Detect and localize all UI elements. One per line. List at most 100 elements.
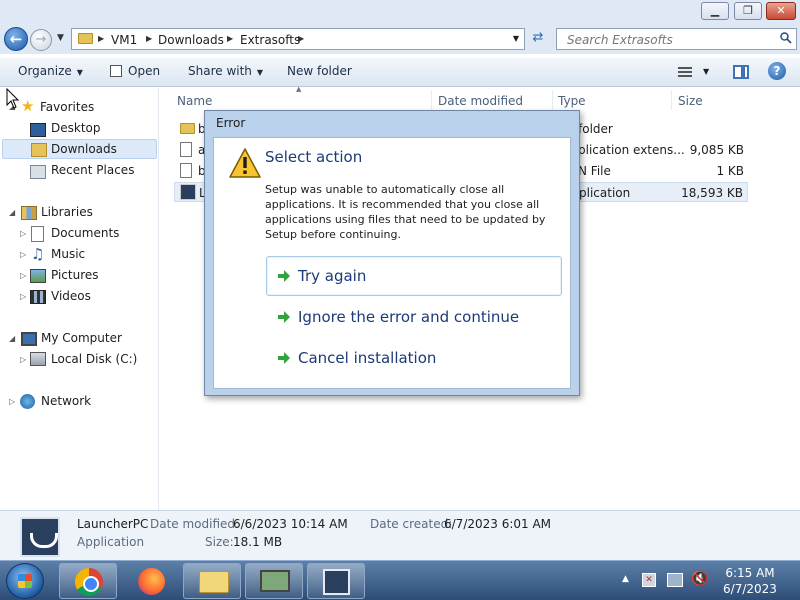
refresh-icon[interactable]: ⇄ [527,28,549,50]
detail-date-modified: 6/6/2023 10:14 AM [233,517,348,531]
chevron-down-icon[interactable]: ▼ [513,34,519,43]
cancel-installation-label: Cancel installation [298,349,437,367]
forward-button[interactable]: → [30,29,52,51]
search-icon[interactable] [780,32,792,44]
expand-icon[interactable]: ▷ [9,397,15,406]
dialog-title: Error [216,116,246,130]
desktop-icon [30,123,46,137]
nav-recent-places[interactable]: Recent Places [51,163,134,183]
nav-videos[interactable]: Videos [51,289,91,309]
taskbar-launcher[interactable] [307,563,365,599]
detail-file-kind: Application [77,535,145,549]
cancel-installation-button[interactable]: Cancel installation [266,338,562,378]
recent-pages-dropdown[interactable]: ▼ [57,33,64,43]
taskbar-clock[interactable]: 6:15 AM 6/7/2023 [720,565,780,597]
share-with-button[interactable]: Share with ▼ [188,64,263,78]
network-tray-icon[interactable] [667,573,683,587]
chevron-right-icon[interactable]: ▶ [146,34,152,43]
action-center-icon[interactable]: ✕ [642,573,656,587]
address-bar[interactable]: ▶ VM1 ▶ Downloads ▶ Extrasofts ▶ ▼ [71,28,525,50]
computer-icon [21,332,37,346]
nav-network[interactable]: Network [41,394,91,414]
error-dialog: Error Select action Setup was unable to … [204,110,580,396]
ignore-error-button[interactable]: Ignore the error and continue [266,297,562,337]
nav-local-disk[interactable]: Local Disk (C:) [51,352,137,372]
recent-places-icon [30,165,46,179]
search-input[interactable] [565,32,775,48]
preview-pane-icon[interactable] [733,65,749,79]
nav-documents[interactable]: Documents [51,226,119,246]
column-divider[interactable] [671,90,672,110]
chevron-right-icon[interactable]: ▶ [227,34,233,43]
taskbar-explorer[interactable] [183,563,241,599]
taskbar-chrome[interactable] [59,563,117,599]
column-header-name[interactable]: Name [177,94,212,108]
new-folder-button[interactable]: New folder [287,64,352,78]
search-box[interactable] [556,28,797,50]
taskbar-firefox[interactable] [121,563,179,599]
address-row: ← → ▼ ▶ VM1 ▶ Downloads ▶ Extrasofts ▶ ▼… [0,24,800,54]
close-button[interactable]: ✕ [766,2,796,20]
nav-pictures[interactable]: Pictures [51,268,99,288]
column-header-size[interactable]: Size [678,94,703,108]
organize-button[interactable]: Organize ▼ [18,64,83,78]
expand-icon[interactable]: ▷ [20,355,26,364]
expand-icon[interactable]: ▷ [20,250,26,259]
detail-date-created-label: Date created: [370,517,453,531]
collapse-icon[interactable]: ◢ [9,334,15,343]
nav-favorites[interactable]: Favorites [40,100,94,120]
taskbar-monitor[interactable] [245,563,303,599]
ignore-error-label: Ignore the error and continue [298,308,520,326]
pictures-icon [30,269,46,283]
mouse-cursor-icon [6,88,20,109]
start-button[interactable] [6,563,44,599]
breadcrumb-extrasofts[interactable]: Extrasofts [240,33,300,47]
chevron-right-icon[interactable]: ▶ [298,34,304,43]
nav-libraries[interactable]: Libraries [41,205,93,225]
back-button[interactable]: ← [4,27,28,51]
breadcrumb-downloads[interactable]: Downloads [158,33,224,47]
column-header-type[interactable]: Type [558,94,586,108]
detail-size: 18.1 MB [233,535,283,549]
volume-muted-icon[interactable]: 🔇 [691,571,708,587]
try-again-button[interactable]: Try again [266,256,562,296]
view-options-icon[interactable] [678,67,692,77]
open-icon [110,65,122,77]
nav-my-computer[interactable]: My Computer [41,331,122,351]
nav-downloads[interactable]: Downloads [2,139,157,159]
nav-desktop[interactable]: Desktop [51,121,101,141]
dialog-heading: Select action [265,148,363,166]
command-bar: Organize ▼ Open Share with ▼ New folder ▼ … [0,58,800,87]
help-icon[interactable]: ? [768,62,786,80]
file-type: N File [578,164,611,178]
breadcrumb-vm1[interactable]: VM1 [111,33,137,47]
show-hidden-icons[interactable]: ▲ [622,574,629,584]
green-arrow-icon [278,311,290,323]
open-button[interactable]: Open [110,64,160,78]
extension-file-icon [180,142,192,157]
chevron-down-icon[interactable]: ▼ [703,67,709,76]
expand-icon[interactable]: ▷ [20,292,26,301]
column-divider[interactable] [552,90,553,110]
nav-music[interactable]: Music [51,247,85,267]
column-header-date-modified[interactable]: Date modified [438,94,523,108]
sort-ascending-icon: ▲ [296,85,302,93]
chevron-right-icon[interactable]: ▶ [98,34,104,43]
expand-icon[interactable]: ▷ [20,271,26,280]
green-arrow-icon [278,270,290,282]
chevron-down-icon: ▼ [76,68,83,77]
collapse-icon[interactable]: ◢ [9,208,15,217]
column-divider[interactable] [431,90,432,110]
chevron-down-icon: ▼ [256,68,264,77]
green-arrow-icon [278,352,290,364]
expand-icon[interactable]: ▷ [20,229,26,238]
disk-icon [30,352,46,366]
network-icon [20,394,35,409]
task-manager-icon [260,570,290,592]
clock-date: 6/7/2023 [723,582,777,596]
downloads-folder-icon [31,143,47,157]
maximize-button[interactable]: ❐ [734,2,762,20]
nav-downloads-label: Downloads [51,142,117,156]
minimize-button[interactable]: ▁ [701,2,729,20]
music-icon: ♫ [31,245,45,263]
